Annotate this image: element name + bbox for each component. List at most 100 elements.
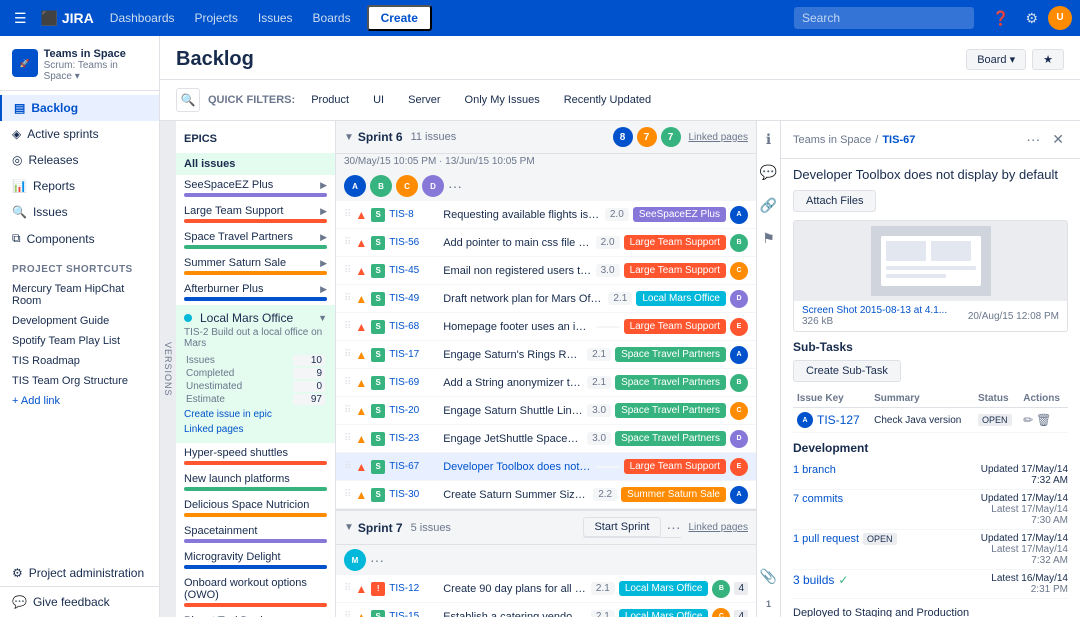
issue-key-tis8[interactable]: TIS-8 [389,209,439,220]
sprint-6-more[interactable]: ··· [448,178,462,194]
panel-close-icon[interactable]: ✕ [1048,129,1068,150]
issue-summary-tis23[interactable]: Engage JetShuttle SpaceWays for short di… [443,433,583,445]
search-input[interactable] [794,7,974,29]
shortcut-mercury[interactable]: Mercury Team HipChat Room [0,279,159,311]
drag-handle[interactable]: ⠿ [344,209,351,220]
drag-handle[interactable]: ⠿ [344,611,351,617]
sprint-7-more-btn[interactable]: ··· [667,519,681,535]
issue-summary-tis8[interactable]: Requesting available flights is now taki… [443,209,601,221]
issues-nav[interactable]: Issues [250,7,301,29]
settings-icon[interactable]: ⚙ [1019,6,1044,31]
issue-key-tis15[interactable]: TIS-15 [389,611,439,617]
give-feedback[interactable]: 💬 Give feedback [0,586,159,617]
issue-key-tis68[interactable]: TIS-68 [389,321,439,332]
shortcut-spotify[interactable]: Spotify Team Play List [0,331,159,351]
start-sprint-button[interactable]: Start Sprint [583,517,660,537]
shortcut-org[interactable]: TIS Team Org Structure [0,371,159,391]
epic-expand-icon[interactable]: ▶ [320,206,327,217]
drag-handle[interactable]: ⠿ [344,489,351,500]
drag-handle[interactable]: ⠿ [344,237,351,248]
issue-summary-tis15[interactable]: Establish a catering vendor to provide m… [443,611,587,617]
sprint-7-header[interactable]: ▼ Sprint 7 5 issues Start Sprint ··· Lin… [336,511,756,545]
epic-all-issues[interactable]: All issues [176,153,335,175]
project-sub[interactable]: Scrum: Teams in Space ▾ [44,60,147,82]
right-panel-issue-key[interactable]: TIS-67 [882,134,915,146]
drag-handle[interactable]: ⠿ [344,405,351,416]
boards-nav[interactable]: Boards [305,7,359,29]
issue-key-tis17[interactable]: TIS-17 [389,349,439,360]
issue-key-tis45[interactable]: TIS-45 [389,265,439,276]
epic-expand-icon[interactable]: ▶ [320,284,327,295]
shortcut-roadmap[interactable]: TIS Roadmap [0,351,159,371]
epic-expand-icon[interactable]: ▼ [318,313,327,323]
drag-handle[interactable]: ⠿ [344,265,351,276]
sub-task-key-tis127[interactable]: TIS-127 [817,413,860,427]
epic-delicious-space[interactable]: Delicious Space Nutricion [176,495,335,521]
filter-only-my-issues[interactable]: Only My Issues [457,91,548,109]
create-button[interactable]: Create [367,5,432,31]
filter-product[interactable]: Product [303,91,357,109]
sidebar-item-components[interactable]: ⧉ Components [0,225,159,252]
epic-expand-icon[interactable]: ▶ [320,180,327,191]
builds-link[interactable]: 3 builds ✓ [793,573,848,587]
sprint-6-header[interactable]: ▼ Sprint 6 11 issues 8 7 7 Linked pages [336,121,756,154]
drag-handle[interactable]: ⠿ [344,321,351,332]
epic-linked-pages[interactable]: Linked pages [184,422,327,437]
sidebar-item-reports[interactable]: 📊 Reports [0,173,159,199]
epic-large-team[interactable]: Large Team Support ▶ [176,201,335,227]
flag-icon[interactable]: ⚑ [760,228,777,249]
issue-key-tis49[interactable]: TIS-49 [389,293,439,304]
issue-key-tis67[interactable]: TIS-67 [389,461,439,472]
drag-handle[interactable]: ⠿ [344,583,351,594]
sidebar-item-releases[interactable]: ◎ Releases [0,147,159,173]
sprint-6-linked[interactable]: Linked pages [689,132,749,143]
filter-server[interactable]: Server [400,91,448,109]
panel-more-icon[interactable]: ··· [1022,129,1044,150]
sprint-7-linked[interactable]: Linked pages [689,522,749,533]
branch-link[interactable]: 1 branch [793,464,836,476]
issue-summary-tis49[interactable]: Draft network plan for Mars Office [443,293,604,305]
epic-local-mars[interactable]: Local Mars Office ▼ TIS-2 Build out a lo… [176,305,335,443]
attach-files-button[interactable]: Attach Files [793,190,876,212]
board-button[interactable]: Board ▾ [966,49,1026,70]
issue-key-tis20[interactable]: TIS-20 [389,405,439,416]
projects-nav[interactable]: Projects [187,7,246,29]
commits-link[interactable]: 7 commits [793,493,843,505]
create-sub-task-button[interactable]: Create Sub-Task [793,360,901,382]
sub-task-edit-icon[interactable]: ✏ [1023,413,1033,427]
pr-link[interactable]: 1 pull request [793,533,859,545]
info-icon[interactable]: ℹ [764,129,773,150]
epic-onboard-workout[interactable]: Onboard workout options (OWO) [176,573,335,611]
link-icon[interactable]: 🔗 [758,195,779,216]
star-button[interactable]: ★ [1032,49,1064,70]
issue-summary-tis12[interactable]: Create 90 day plans for all departments … [443,583,587,595]
epic-spacetainment[interactable]: Spacetainment [176,521,335,547]
issue-summary-tis56[interactable]: Add pointer to main css file to instruct… [443,237,591,249]
issue-summary-tis45[interactable]: Email non registered users to sign up wi… [443,265,591,277]
epic-expand-icon[interactable]: ▶ [320,232,327,243]
breadcrumb-teams[interactable]: Teams in Space [793,134,871,146]
epic-hyper-speed[interactable]: Hyper-speed shuttles [176,443,335,469]
comment-icon[interactable]: 💬 [758,162,779,183]
help-icon[interactable]: ❓ [986,6,1015,31]
sub-task-delete-icon[interactable]: 🗑 [1036,413,1051,427]
drag-handle[interactable]: ⠿ [344,293,351,304]
issue-key-tis23[interactable]: TIS-23 [389,433,439,444]
drag-handle[interactable]: ⠿ [344,349,351,360]
drag-handle[interactable]: ⠿ [344,461,351,472]
filter-ui[interactable]: UI [365,91,392,109]
issue-key-tis69[interactable]: TIS-69 [389,377,439,388]
issue-summary-tis30[interactable]: Create Saturn Summer Sizzle Logo [443,489,589,501]
attachment-name[interactable]: Screen Shot 2015-08-13 at 4.1... [802,305,947,316]
issue-key-tis30[interactable]: TIS-30 [389,489,439,500]
sidebar-item-backlog[interactable]: ▤ Backlog [0,95,159,121]
project-admin[interactable]: ⚙ Project administration [0,560,159,586]
epic-seespaceez[interactable]: SeeSpaceEZ Plus ▶ [176,175,335,201]
attachment-icon[interactable]: 📎 [758,566,779,587]
epic-planet-taxi[interactable]: Planet Taxi Device exploration & researc… [176,611,335,617]
epic-expand-icon[interactable]: ▶ [320,258,327,269]
dashboards-nav[interactable]: Dashboards [102,7,183,29]
shortcut-dev-guide[interactable]: Development Guide [0,311,159,331]
user-avatar[interactable]: U [1048,6,1072,30]
issue-key-tis56[interactable]: TIS-56 [389,237,439,248]
